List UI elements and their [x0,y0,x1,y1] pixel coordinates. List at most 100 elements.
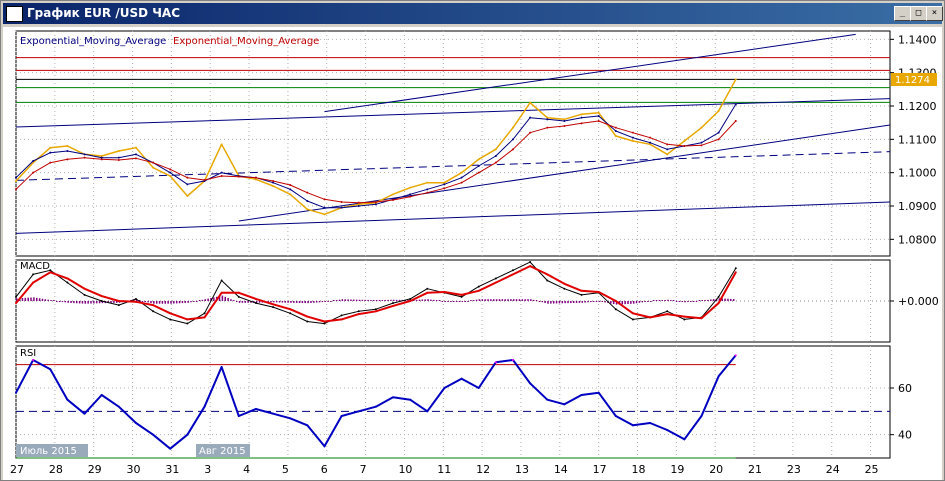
main-series-point [597,115,600,117]
macd-series-point [306,320,309,323]
macd-hist-bar [344,299,346,301]
macd-hist-bar [433,299,435,301]
macd-hist-bar [581,301,584,303]
main-series-point [306,200,309,202]
macd-hist-bar [418,299,421,301]
macd-series-point [494,277,497,280]
main-series-point [169,171,172,174]
macd-hist-bar [353,299,355,301]
main-series-point [100,158,103,161]
macd-hist-bar [375,300,378,301]
main-series-point [374,201,377,203]
macd-hist-bar [84,301,87,304]
x-tick-label: 4 [243,463,250,476]
macd-hist-bar [61,301,64,302]
macd-hist-bar [515,299,518,301]
close-button[interactable]: × [926,6,943,21]
macd-hist-bar [47,299,49,301]
macd-hist-bar [501,299,504,301]
macd-hist-bar [224,296,227,301]
main-series-point [340,201,343,203]
rsi-series-point [734,354,737,357]
main-series-point [631,136,634,139]
macd-hist-bar [55,301,58,302]
macd-hist-bar [247,301,249,303]
ema-fast-legend: Exponential_Moving_Average [20,36,166,47]
macd-hist-bar [630,301,632,304]
rsi-series-point [477,387,480,389]
macd-hist-bar [64,301,67,303]
main-series-point [666,143,669,146]
main-series-point [700,141,703,144]
macd-hist-bar [287,301,289,303]
macd-hist-bar [464,301,466,302]
macd-series-point [340,314,343,317]
macd-hist-bar [335,300,338,301]
macd-hist-bar [184,301,187,303]
main-series-point [409,186,412,189]
macd-series-point [237,291,240,294]
main-series-point [700,144,703,147]
main-series-point [186,183,189,186]
x-tick-label: 27 [10,463,24,476]
main-series-point [323,198,326,201]
macd-hist-bar [53,300,55,301]
macd-hist-bar [424,299,426,301]
rsi-series-point [186,433,189,436]
macd-hist-bar [304,301,306,304]
macd-hist-bar [510,299,512,301]
macd-hist-bar [273,301,275,303]
macd-hist-bar [290,301,292,303]
macd-series-point [186,318,189,321]
macd-series-point [152,304,155,307]
month-label-jul: Июль 2015 [20,446,77,457]
macd-hist-bar [258,301,261,303]
x-tick-label: 21 [748,463,762,476]
chart-area[interactable]: 27 28 29 30 31 3 4 5 6 7 10 11 12 13 14 17 18 19 20 21 23 24 2… [3,27,942,480]
main-series-point [374,203,377,206]
macd-hist-bar [153,301,155,304]
macd-hist-bar [21,298,24,301]
macd-hist-bar [75,301,78,304]
rsi-series-point [289,417,292,420]
rsi-series-point [443,387,446,389]
macd-hist-bar [692,301,695,302]
macd-hist-bar [233,300,235,301]
rsi-series-point [597,391,600,394]
x-tick-label: 11 [437,463,451,476]
main-series-point [426,191,429,194]
main-series-point [203,179,206,181]
macd-hist-bar [213,297,215,301]
macd-series-point [494,281,497,284]
macd-hist-bar [235,301,238,302]
macd-hist-bar [512,299,515,301]
maximize-button[interactable]: □ [910,6,927,21]
macd-series-point [117,300,120,302]
macd-series-point [649,316,652,319]
main-series-point [494,161,497,164]
macd-series-point [357,313,360,316]
main-series-point [186,176,189,179]
minimize-button[interactable]: _ [894,6,911,21]
macd-series-point [117,304,120,307]
macd-hist-bar [355,299,358,301]
main-series-point [666,148,669,151]
macd-hist-bar [455,301,458,302]
macd-hist-bar [364,299,366,301]
macd-hist-bar [298,301,301,303]
macd-series-point [460,295,463,298]
main-series-point [443,183,446,186]
main-series-point [494,148,497,151]
macd-series-point [83,293,86,296]
rsi-series-point [254,408,257,410]
main-series-point [529,131,532,134]
chart-canvas[interactable]: 27 28 29 30 31 3 4 5 6 7 10 11 12 13 14 17 18 19 20 21 23 24 2… [3,27,942,480]
macd-hist-bar [453,301,455,302]
y-tick-label: 1.1000 [898,167,937,180]
rsi-series-point [649,422,652,424]
macd-hist-bar [141,301,144,302]
rsi-series-point [392,396,395,399]
main-series-point [49,146,52,149]
macd-series-point [66,277,69,280]
main-series-point [460,176,463,179]
